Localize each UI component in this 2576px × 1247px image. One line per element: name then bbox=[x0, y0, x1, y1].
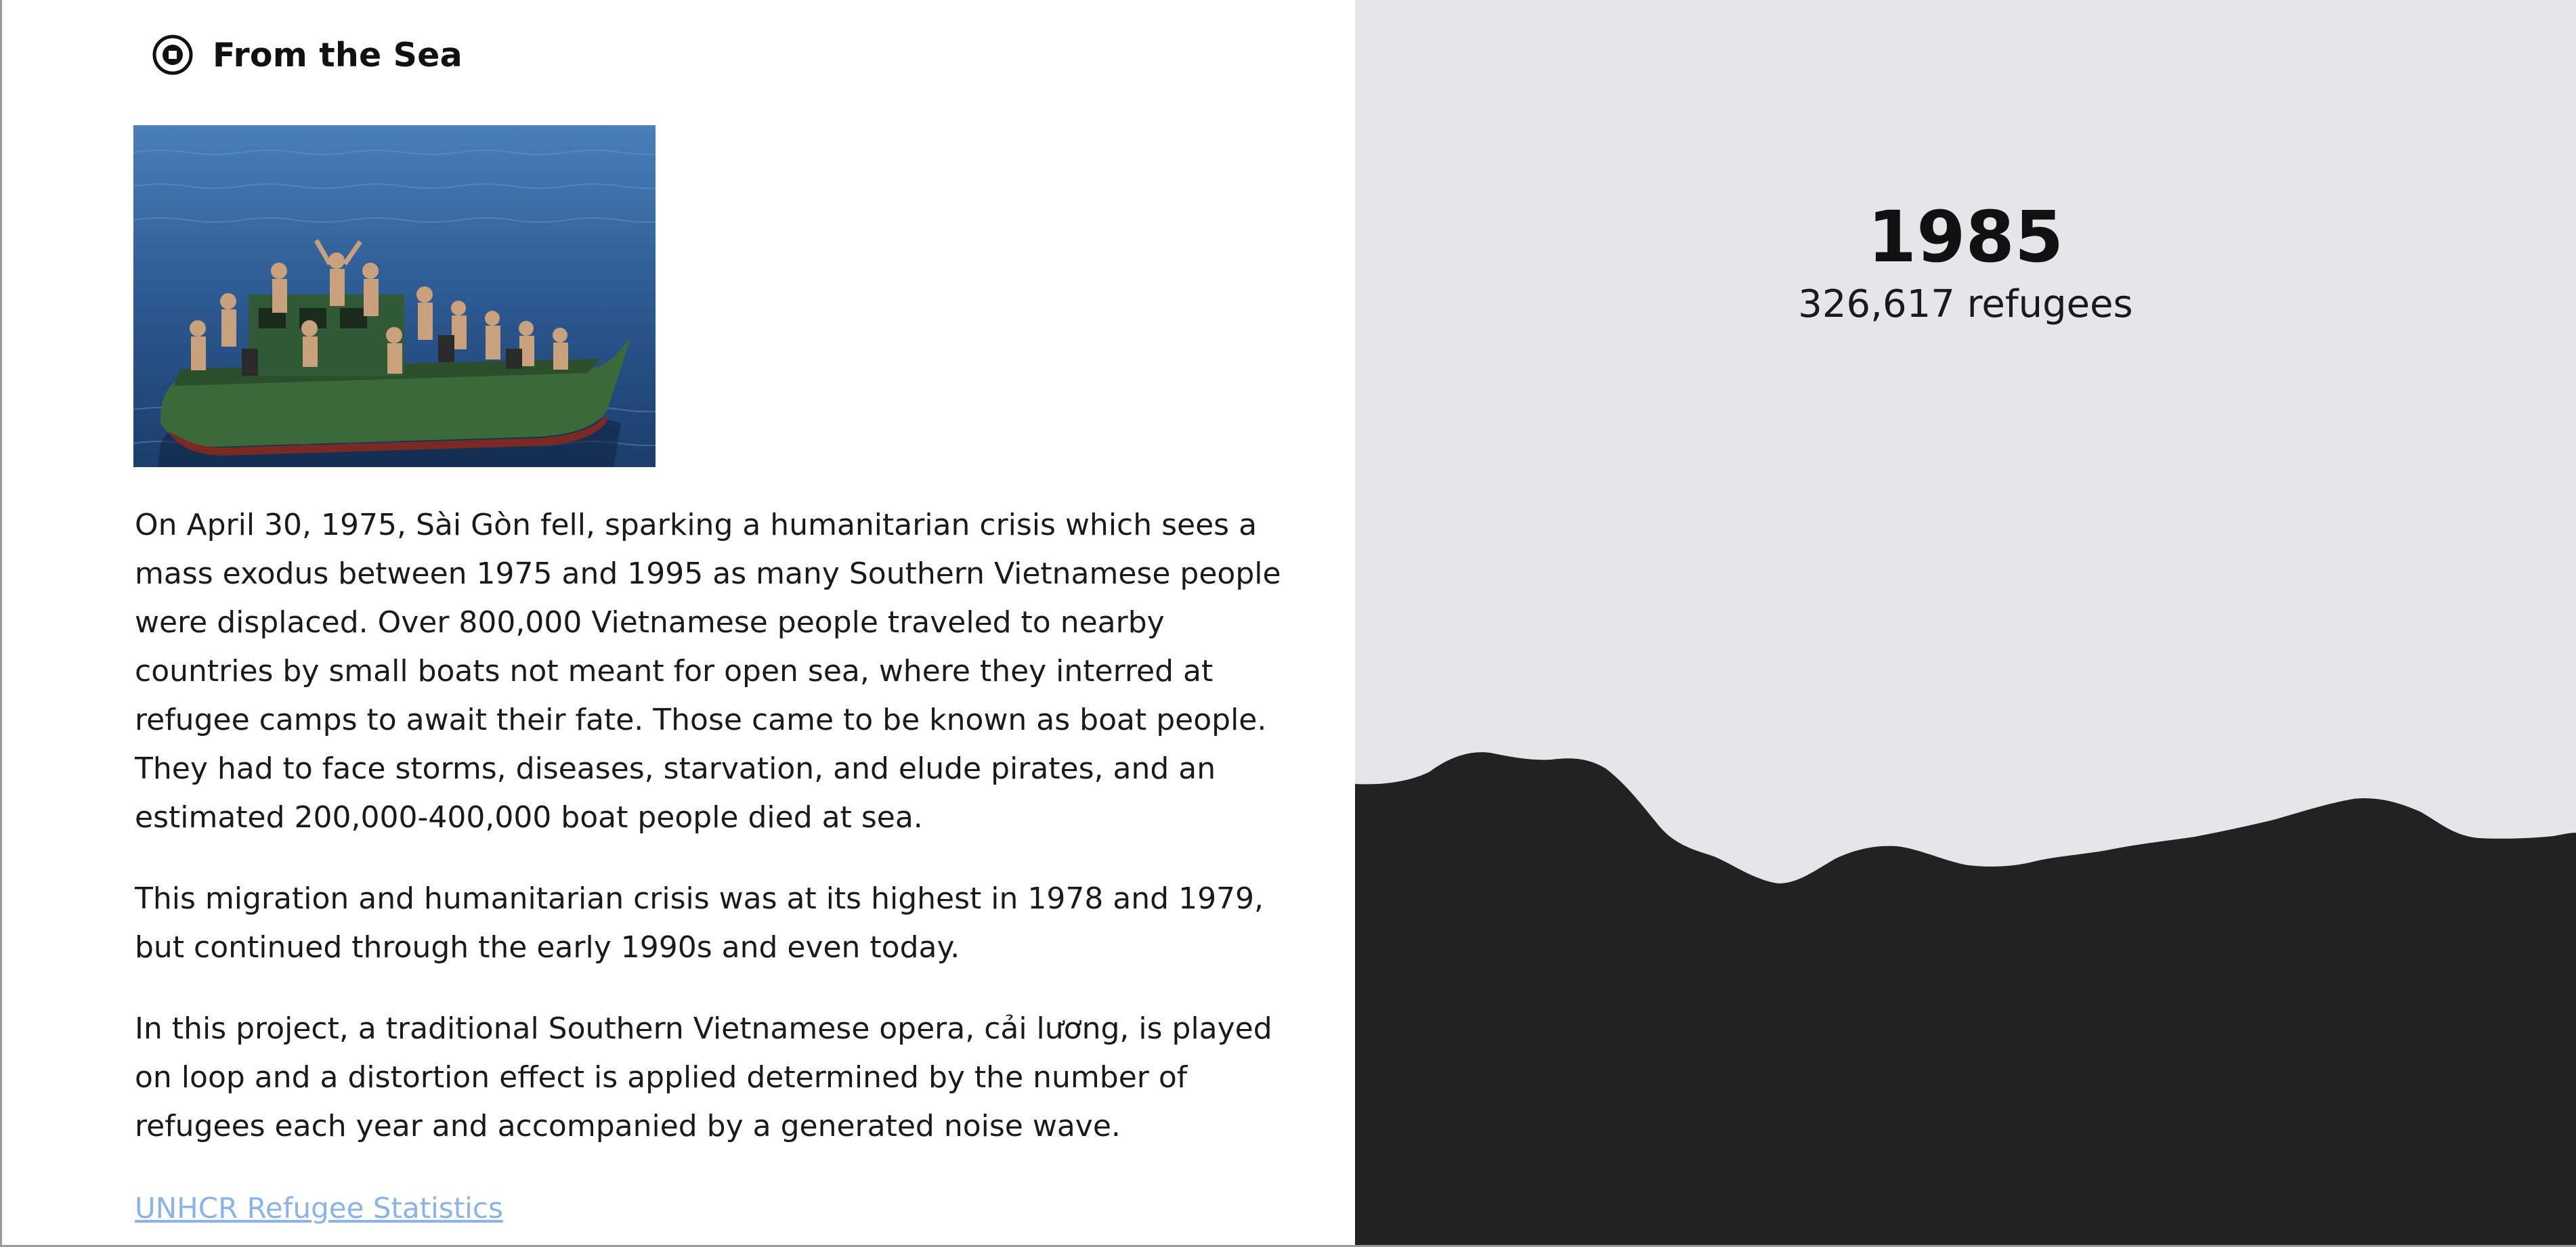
unhcr-statistics-link[interactable]: UNHCR Refugee Statistics bbox=[135, 1191, 503, 1225]
description: On April 30, 1975, Sài Gòn fell, sparkin… bbox=[135, 501, 1300, 1183]
noise-wave bbox=[1355, 752, 2576, 1245]
paragraph: In this project, a traditional Southern … bbox=[135, 1011, 1272, 1143]
page-title: From the Sea bbox=[213, 35, 463, 74]
visualization-panel: 1985 326,617 refugees bbox=[1355, 0, 2576, 1245]
circle-target-icon bbox=[152, 35, 193, 75]
paragraph: This migration and humanitarian crisis w… bbox=[135, 881, 1264, 965]
header: From the Sea bbox=[152, 31, 463, 79]
info-panel: From the Sea On April 30, 1975, Sài Gòn … bbox=[4, 0, 1355, 1245]
paragraph: On April 30, 1975, Sài Gòn fell, sparkin… bbox=[135, 508, 1281, 835]
app-window: From the Sea On April 30, 1975, Sài Gòn … bbox=[0, 0, 2576, 1247]
boat-photo bbox=[133, 125, 656, 467]
